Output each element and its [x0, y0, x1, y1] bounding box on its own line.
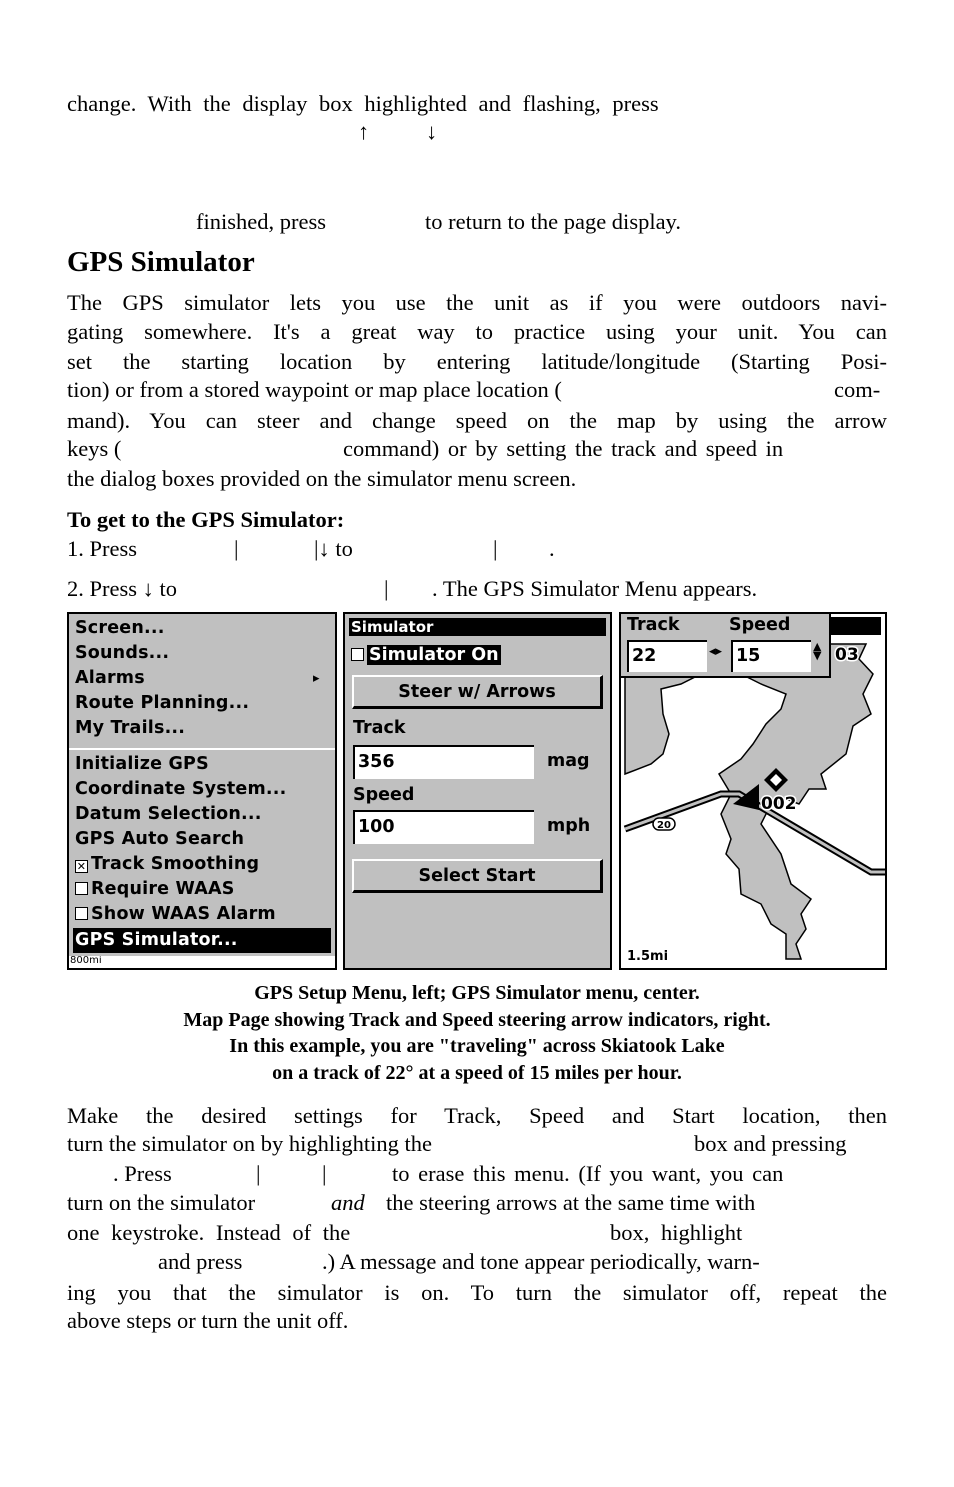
intro-line: com-: [834, 377, 881, 402]
body-sep: |: [256, 1161, 261, 1186]
body-line: the steering arrows at the same time wit…: [386, 1190, 756, 1215]
map-speed-label: Speed: [729, 615, 791, 635]
steering-indicator-panel: Track Speed 22 ◂▸ 15 ▲ ▼: [621, 614, 831, 678]
step1-sep: |: [493, 536, 498, 561]
body-line: ing you that the simulator is on. To tur…: [67, 1280, 887, 1305]
track-unit: mag: [547, 751, 590, 771]
step1-sep: |↓ to: [314, 536, 353, 561]
intro-line: gating somewhere. It's a great way to pr…: [67, 319, 887, 344]
body-sep: |: [322, 1161, 327, 1186]
gps-submenu: Initialize GPS Coordinate System... Datu…: [69, 750, 335, 968]
map-scale: 1.5mi: [627, 949, 668, 964]
top-text-line3b: to return to the page display.: [425, 209, 681, 234]
menu-item-coordinate-system[interactable]: Coordinate System...: [75, 777, 286, 802]
map-page-screen: 20 002 03 1.5mi Track Speed 22 ◂▸ 15 ▲ ▼: [619, 612, 887, 970]
steps-title: To get to the GPS Simulator:: [67, 507, 345, 532]
body-italic: and: [331, 1190, 365, 1215]
body-line: and press: [158, 1249, 243, 1274]
body-line: one keystroke. Instead of the: [67, 1220, 351, 1245]
up-down-arrows-icon[interactable]: ▲ ▼: [813, 641, 821, 661]
caption-line: on a track of 22° at a speed of 15 miles…: [272, 1061, 682, 1084]
menu-item-label: Track Smoothing: [91, 854, 260, 874]
select-start-button[interactable]: Select Start: [352, 859, 603, 893]
menu-item-my-trails[interactable]: My Trails...: [75, 716, 185, 741]
menu-item-sounds[interactable]: Sounds...: [75, 641, 169, 666]
body-line: box, highlight: [610, 1220, 743, 1245]
step1-sep: |: [234, 536, 239, 561]
track-input[interactable]: 356: [353, 745, 534, 779]
section-title: GPS Simulator: [67, 246, 255, 278]
steer-with-arrows-button[interactable]: Steer w/ Arrows: [352, 675, 603, 709]
submenu-arrow-icon: ▸: [313, 671, 320, 686]
caption-line: In this example, you are "traveling" acr…: [229, 1035, 725, 1057]
body-line: above steps or turn the unit off.: [67, 1308, 349, 1333]
road-label: 20: [657, 820, 671, 831]
checkbox-unchecked-icon[interactable]: [351, 648, 364, 661]
step2-end: . The GPS Simulator Menu appears.: [432, 576, 758, 601]
intro-line: mand). You can steer and change speed on…: [67, 408, 887, 433]
map-scale: 800mi: [69, 956, 335, 968]
simulator-on-label: Simulator On: [367, 645, 501, 665]
step1-end: .: [549, 536, 555, 561]
map-track-label: Track: [627, 615, 680, 635]
simulator-on-checkbox[interactable]: Simulator On: [351, 644, 501, 666]
step2-sep: |: [384, 576, 389, 601]
step2-text: 2. Press ↓ to: [67, 576, 178, 601]
menu-item-initialize-gps[interactable]: Initialize GPS: [75, 752, 209, 777]
caption-line: Map Page showing Track and Speed steerin…: [183, 1008, 771, 1031]
checkbox-unchecked-icon[interactable]: [75, 907, 88, 920]
caption-line: GPS Setup Menu, left; GPS Simulator menu…: [254, 982, 700, 1004]
waypoint-label: 002: [761, 794, 797, 814]
left-right-arrows-icon[interactable]: ◂▸: [709, 644, 722, 659]
top-text-line3: finished, press: [196, 209, 326, 234]
intro-line: tion) or from a stored waypoint or map p…: [67, 377, 562, 402]
menu-item-show-waas-alarm[interactable]: Show WAAS Alarm: [75, 902, 276, 927]
menu-item-label: Require WAAS: [91, 879, 235, 899]
arrow-down-icon: ↓: [426, 119, 438, 144]
menu-item-require-waas[interactable]: Require WAAS: [75, 877, 235, 902]
menu-item-alarms[interactable]: Alarms: [75, 666, 145, 691]
gps-setup-menu-screen: Screen... Sounds... Alarms ▸ Route Plann…: [67, 612, 337, 970]
intro-line: command) or by setting the track and spe…: [343, 436, 784, 461]
body-line: . Press: [113, 1161, 172, 1186]
menu-item-screen[interactable]: Screen...: [75, 616, 165, 641]
menu-item-gps-simulator[interactable]: GPS Simulator...: [73, 928, 331, 953]
simulator-menu-screen: Simulator Simulator On Steer w/ Arrows T…: [343, 612, 612, 970]
body-line: Make the desired settings for Track, Spe…: [67, 1103, 887, 1128]
body-line: to erase this menu. (If you want, you ca…: [392, 1161, 784, 1186]
menu-item-datum-selection[interactable]: Datum Selection...: [75, 802, 262, 827]
simulator-title-bar: Simulator: [349, 618, 606, 636]
body-line: box and pressing: [694, 1131, 847, 1156]
step1-text: 1. Press: [67, 536, 138, 561]
arrow-up-icon: ↑: [358, 119, 370, 144]
menu-item-label: Show WAAS Alarm: [91, 904, 276, 924]
checkbox-unchecked-icon[interactable]: [75, 882, 88, 895]
checkbox-checked-icon[interactable]: ✕: [75, 860, 88, 873]
speed-input[interactable]: 100: [353, 810, 534, 844]
figure-caption: GPS Setup Menu, left; GPS Simulator menu…: [67, 980, 887, 1086]
menu-item-track-smoothing[interactable]: ✕ Track Smoothing: [75, 852, 259, 877]
map-speed-input[interactable]: 15: [731, 640, 811, 672]
top-text-line1: change. With the display box highlighted…: [67, 91, 659, 116]
intro-line: The GPS simulator lets you use the unit …: [67, 290, 887, 315]
menu-item-route-planning[interactable]: Route Planning...: [75, 691, 249, 716]
body-line: turn the simulator on by highlighting th…: [67, 1131, 432, 1156]
intro-line: the dialog boxes provided on the simulat…: [67, 466, 577, 491]
speed-label: Speed: [353, 785, 415, 805]
intro-line: keys (: [67, 436, 122, 461]
speed-unit: mph: [547, 816, 591, 836]
body-line: .) A message and tone appear periodicall…: [322, 1249, 760, 1274]
waypoint-label-partial: 03: [835, 645, 859, 665]
intro-line: set the starting location by entering la…: [67, 349, 887, 374]
map-track-input[interactable]: 22: [627, 640, 707, 672]
body-line: turn on the simulator: [67, 1190, 256, 1215]
main-menu-panel: Screen... Sounds... Alarms ▸ Route Plann…: [69, 614, 335, 746]
track-label: Track: [353, 718, 406, 738]
menu-item-gps-auto-search[interactable]: GPS Auto Search: [75, 827, 244, 852]
